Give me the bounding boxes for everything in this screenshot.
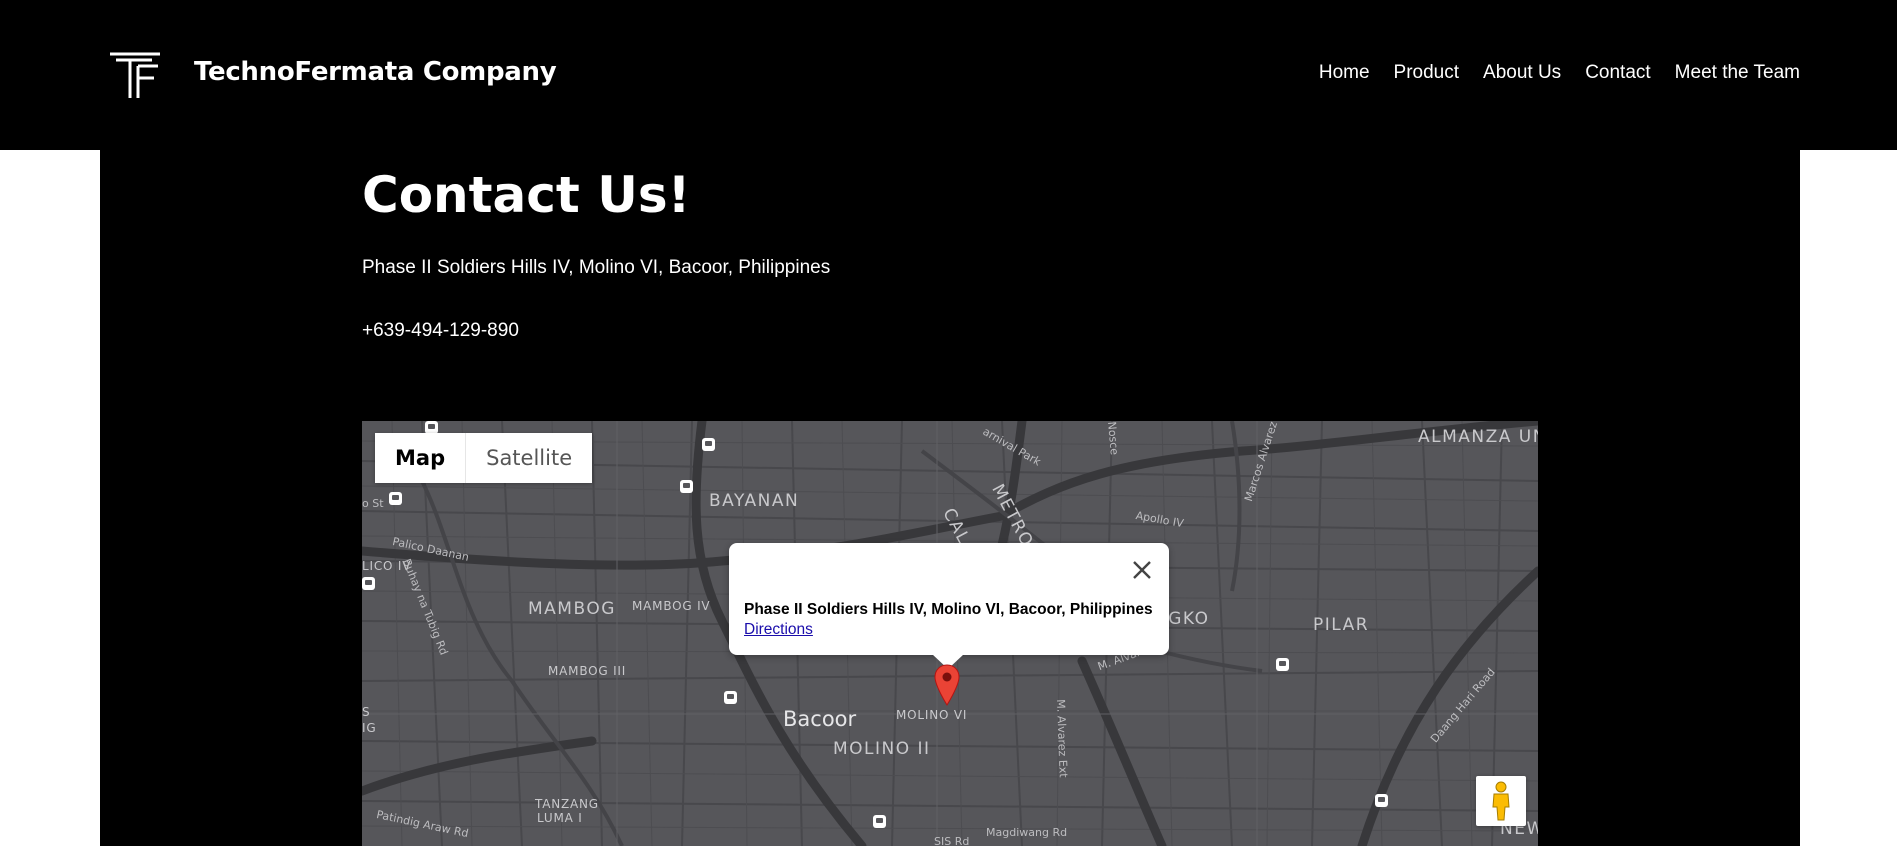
map-type-satellite-button[interactable]: Satellite: [466, 433, 593, 483]
nav-about-us[interactable]: About Us: [1483, 62, 1561, 84]
pegman-icon: [1492, 781, 1510, 821]
map-label-mambog-iii: MAMBOG III: [548, 664, 627, 678]
nav-home[interactable]: Home: [1319, 62, 1370, 84]
map-label-s: S: [362, 705, 371, 719]
brand-name[interactable]: TechnoFermata Company: [194, 57, 557, 87]
map-label-molino-vi: MOLINO VI: [896, 708, 968, 722]
nav-meet-the-team[interactable]: Meet the Team: [1675, 62, 1800, 84]
map-label-st: o St: [362, 497, 384, 510]
map-label-luma: LUMA I: [537, 811, 583, 825]
map-marker-icon[interactable]: [934, 664, 960, 706]
nav-contact[interactable]: Contact: [1585, 62, 1650, 84]
bus-stop-icon[interactable]: [680, 480, 693, 493]
map-info-window: Phase II Soldiers Hills IV, Molino VI, B…: [729, 543, 1169, 669]
map-label-tanzang: TANZANG: [535, 797, 599, 811]
bus-stop-icon[interactable]: [724, 691, 737, 704]
map-label-bacoor: Bacoor: [783, 707, 857, 731]
google-map[interactable]: ALMANZA UN BAYANAN METRO MA CAL MAMBOG M…: [362, 421, 1538, 846]
map-label-mambog: MAMBOG: [528, 599, 616, 619]
map-label-magdiwang: Magdiwang Rd: [986, 826, 1068, 839]
contact-section: Contact Us! Phase II Soldiers Hills IV, …: [100, 150, 1800, 846]
contact-address: Phase II Soldiers Hills IV, Molino VI, B…: [362, 257, 831, 278]
nav-product[interactable]: Product: [1394, 62, 1459, 84]
map-label-sis: SIS Rd: [934, 835, 970, 846]
bus-stop-icon[interactable]: [873, 815, 886, 828]
map-label-molino-ii: MOLINO II: [833, 739, 931, 759]
bus-stop-icon[interactable]: [389, 492, 402, 505]
map-type-map-button[interactable]: Map: [375, 433, 467, 483]
page-title: Contact Us!: [362, 166, 691, 224]
close-icon[interactable]: [1131, 559, 1153, 581]
bus-stop-icon[interactable]: [1375, 794, 1388, 807]
map-label-pilar: PILAR: [1313, 615, 1370, 635]
directions-link[interactable]: Directions: [744, 621, 813, 639]
map-type-control: Map Satellite: [375, 433, 593, 483]
map-label-m-alvarez-ext: M. Alvarez Ext: [1054, 699, 1070, 778]
map-label-nosce: Nosce: [1105, 421, 1121, 456]
street-view-pegman-button[interactable]: [1476, 776, 1526, 826]
map-label-almanza: ALMANZA UN: [1418, 427, 1538, 447]
map-label-mambog-iv: MAMBOG IV: [632, 599, 711, 613]
bus-stop-icon[interactable]: [702, 438, 715, 451]
main-nav: Home Product About Us Contact Meet the T…: [1319, 62, 1800, 84]
info-window-title: Phase II Soldiers Hills IV, Molino VI, B…: [744, 601, 1153, 618]
bus-stop-icon[interactable]: [1276, 658, 1289, 671]
bus-stop-icon[interactable]: [362, 577, 375, 590]
map-label-bayanan: BAYANAN: [709, 491, 800, 511]
contact-phone: +639-494-129-890: [362, 320, 519, 341]
site-header: TechnoFermata Company Home Product About…: [0, 0, 1897, 150]
map-label-ig: IG: [362, 721, 377, 735]
tf-logo-icon[interactable]: [108, 50, 164, 100]
